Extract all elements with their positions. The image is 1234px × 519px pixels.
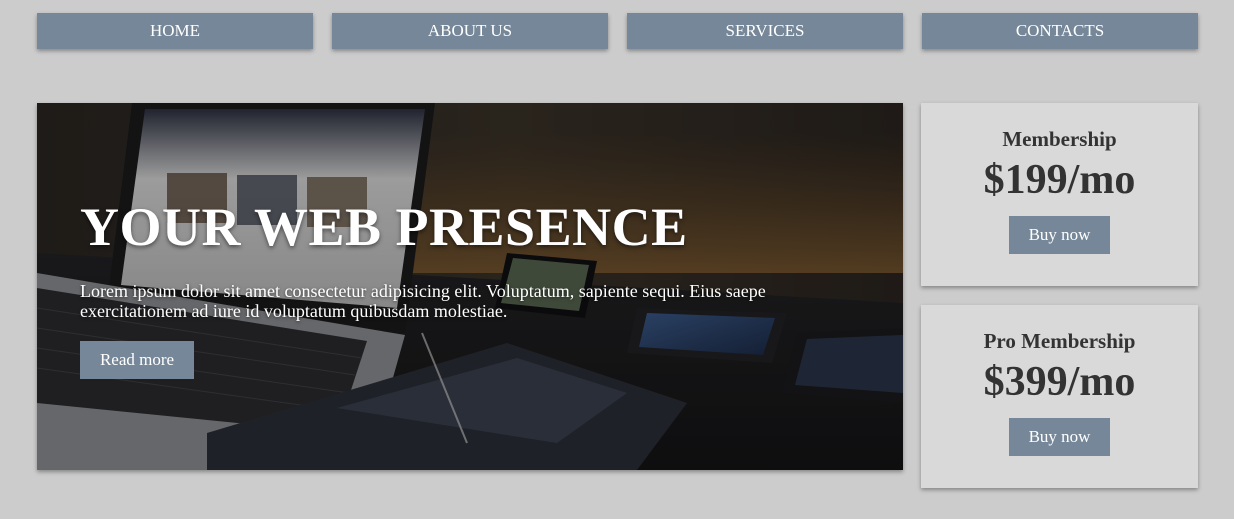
pricing-card-membership: Membership $199/mo Buy now [921,103,1198,286]
nav-home[interactable]: HOME [37,13,313,49]
hero-banner: YOUR WEB PRESENCE Lorem ipsum dolor sit … [37,103,903,470]
plan-name: Pro Membership [983,329,1136,353]
plan-price: $199/mo [983,157,1136,203]
main-nav: HOME ABOUT US SERVICES CONTACTS [37,13,1198,49]
nav-about-us[interactable]: ABOUT US [332,13,608,49]
plan-name: Membership [1002,127,1117,151]
hero-title: YOUR WEB PRESENCE [80,197,688,257]
nav-contacts[interactable]: CONTACTS [922,13,1198,49]
buy-now-button-membership[interactable]: Buy now [1009,216,1110,254]
hero-description: Lorem ipsum dolor sit amet consectetur a… [80,281,766,321]
nav-services[interactable]: SERVICES [627,13,903,49]
pricing-card-pro-membership: Pro Membership $399/mo Buy now [921,305,1198,488]
plan-price: $399/mo [983,359,1136,405]
buy-now-button-pro-membership[interactable]: Buy now [1009,418,1110,456]
read-more-button[interactable]: Read more [80,341,194,379]
